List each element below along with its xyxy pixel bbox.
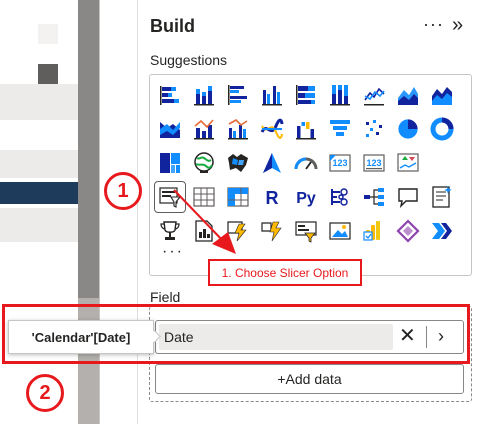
- metrics-icon[interactable]: [293, 218, 319, 244]
- line-clustered-column-icon[interactable]: [225, 116, 251, 142]
- annotation-callout: 1. Choose Slicer Option: [208, 259, 362, 286]
- more-options-icon[interactable]: ···: [423, 14, 444, 35]
- python-visual-icon[interactable]: Py: [293, 184, 319, 210]
- map-icon[interactable]: [191, 150, 217, 176]
- step-2-marker: 2: [26, 374, 64, 412]
- svg-text:R: R: [266, 188, 279, 208]
- r-visual-icon[interactable]: R: [259, 184, 285, 210]
- step-1-marker: 1: [104, 172, 142, 210]
- suggestions-label: Suggestions: [150, 52, 228, 68]
- treemap-icon[interactable]: [157, 150, 183, 176]
- canvas-block: [38, 24, 58, 44]
- chevron-visual-icon[interactable]: [429, 218, 455, 244]
- power-automate-icon[interactable]: [259, 218, 285, 244]
- line-stacked-column-icon[interactable]: [191, 116, 217, 142]
- power-bi-icon[interactable]: [361, 218, 387, 244]
- canvas-bar: [0, 150, 78, 178]
- annotation-highlight-box: [2, 304, 470, 364]
- decomposition-tree-icon[interactable]: [361, 184, 387, 210]
- gauge-icon[interactable]: [293, 150, 319, 176]
- ribbon-chart-icon[interactable]: [157, 116, 183, 142]
- pie-chart-icon[interactable]: [395, 116, 421, 142]
- smart-narrative-icon[interactable]: [429, 184, 455, 210]
- 100-stacked-bar-chart-icon[interactable]: [293, 82, 319, 108]
- svg-text:123: 123: [332, 158, 347, 168]
- slicer-icon[interactable]: [154, 181, 186, 213]
- funnel-chart-icon[interactable]: [327, 116, 353, 142]
- card-icon[interactable]: 123: [327, 150, 353, 176]
- svg-text:123: 123: [366, 158, 381, 168]
- collapse-pane-icon[interactable]: »: [452, 14, 463, 37]
- key-influencers-icon[interactable]: [327, 184, 353, 210]
- diamond-icon[interactable]: [395, 218, 421, 244]
- image-icon[interactable]: [327, 218, 353, 244]
- canvas-block: [38, 64, 58, 84]
- azure-map-icon[interactable]: [259, 150, 285, 176]
- ribbon-line-icon[interactable]: [259, 116, 285, 142]
- power-apps-icon[interactable]: [225, 218, 251, 244]
- matrix-icon[interactable]: [225, 184, 251, 210]
- more-visuals-icon[interactable]: ···: [162, 243, 184, 261]
- svg-text:Py: Py: [296, 190, 316, 207]
- field-label: Field: [150, 289, 181, 305]
- line-chart-icon[interactable]: [361, 82, 387, 108]
- scatter-chart-icon[interactable]: [361, 116, 387, 142]
- pane-title: Build: [150, 16, 195, 36]
- multi-row-card-icon[interactable]: 123: [361, 150, 387, 176]
- clustered-column-chart-icon[interactable]: [259, 82, 285, 108]
- qna-icon[interactable]: [395, 184, 421, 210]
- 100-stacked-column-chart-icon[interactable]: [327, 82, 353, 108]
- add-data-button[interactable]: +Add data: [155, 364, 464, 394]
- canvas-bar-selected: [0, 182, 78, 204]
- filled-map-icon[interactable]: [225, 150, 251, 176]
- clustered-bar-chart-icon[interactable]: [225, 82, 251, 108]
- canvas-bar: [0, 84, 78, 120]
- stacked-bar-chart-icon[interactable]: [157, 82, 183, 108]
- table-icon[interactable]: [191, 184, 217, 210]
- area-chart-icon[interactable]: [395, 82, 421, 108]
- stacked-column-chart-icon[interactable]: [191, 82, 217, 108]
- kpi-icon[interactable]: [395, 150, 421, 176]
- canvas-bar: [0, 208, 78, 242]
- paginated-report-icon[interactable]: [191, 218, 217, 244]
- canvas-scrollbar[interactable]: [78, 0, 99, 298]
- trophy-icon[interactable]: [157, 218, 183, 244]
- donut-chart-icon[interactable]: [429, 116, 455, 142]
- waterfall-chart-icon[interactable]: [293, 116, 319, 142]
- stacked-area-chart-icon[interactable]: [429, 82, 455, 108]
